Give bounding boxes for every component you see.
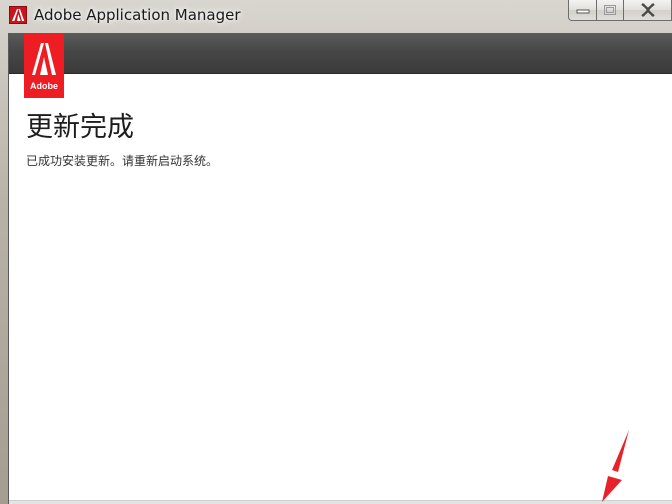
minimize-button[interactable]: [568, 0, 597, 21]
minimize-icon: [576, 9, 589, 14]
close-button[interactable]: [624, 0, 672, 21]
window-frame: Adobe Application Manager Adobe 更新完成 已成功…: [0, 0, 672, 504]
maximize-icon: [604, 5, 616, 15]
title-bar[interactable]: Adobe Application Manager: [0, 0, 672, 33]
header-bar: [9, 33, 672, 74]
red-arrow-icon: [602, 430, 629, 502]
adobe-logo-text: Adobe: [30, 81, 58, 91]
adobe-logo-icon: [9, 6, 27, 24]
adobe-a-icon: [32, 43, 56, 75]
maximize-button[interactable]: [597, 0, 624, 21]
application-content: Adobe 更新完成 已成功安装更新。请重新启动系统。: [8, 33, 672, 504]
caption-buttons: [568, 0, 672, 22]
page-title: 更新完成: [26, 112, 134, 143]
adobe-brand-tab: Adobe: [24, 33, 64, 98]
footer-divider: [9, 500, 672, 504]
window-title: Adobe Application Manager: [34, 6, 241, 24]
status-message: 已成功安装更新。请重新启动系统。: [26, 154, 219, 168]
close-icon: [640, 3, 655, 17]
